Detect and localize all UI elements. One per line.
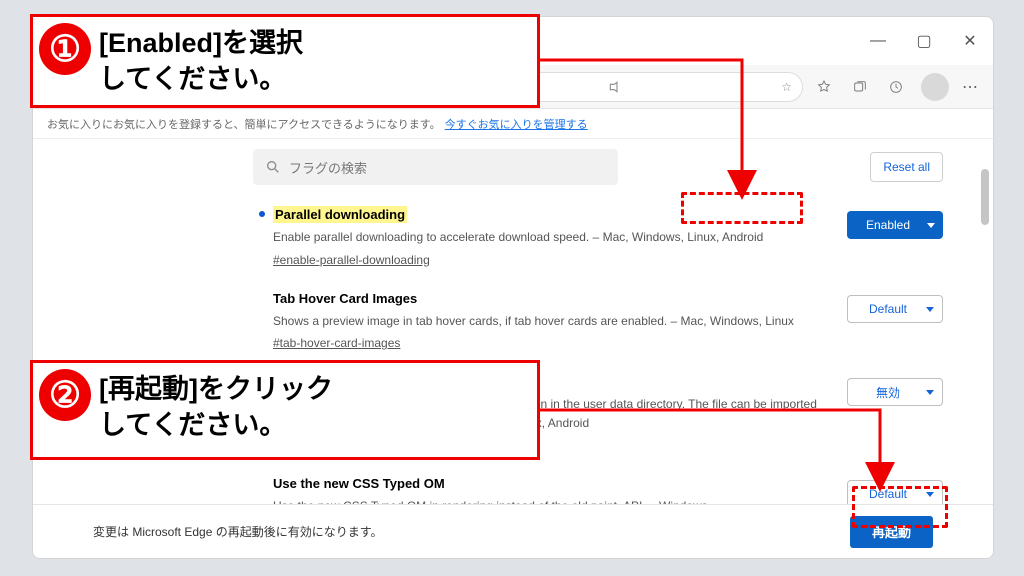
page-content: フラグの検索 Reset all Parallel downloading Ena…: [33, 139, 993, 558]
flags-search-input[interactable]: フラグの検索: [253, 149, 618, 185]
flag-title: Parallel downloading: [273, 206, 407, 223]
flag-modified-dot-icon: [259, 211, 265, 217]
flag-description: Enable parallel downloading to accelerat…: [273, 228, 833, 247]
read-aloud-button[interactable]: [600, 72, 630, 102]
scrollbar-thumb[interactable]: [981, 169, 989, 225]
restart-bar: 変更は Microsoft Edge の再起動後に有効になります。 再起動: [33, 504, 993, 558]
annotation-callout-2: ② [再起動]をクリック してください。: [30, 360, 540, 460]
restart-note: 変更は Microsoft Edge の再起動後に有効になります。: [93, 523, 383, 540]
reset-all-button[interactable]: Reset all: [870, 152, 943, 182]
favorites-hint-text: お気に入りにお気に入りを登録すると、簡単にアクセスできるようになります。: [47, 116, 441, 132]
read-aloud-icon: [607, 79, 623, 95]
favorites-hint-link[interactable]: 今すぐお気に入りを管理する: [445, 116, 588, 132]
annotation-text-1: [Enabled]を選択 してください。: [97, 17, 313, 108]
annotation-number-2: ②: [39, 369, 91, 421]
profile-avatar[interactable]: [921, 73, 949, 101]
flag-title: Use the new CSS Typed OM: [273, 476, 445, 491]
flag-state-dropdown[interactable]: Enabled: [847, 211, 943, 239]
window-maximize-button[interactable]: ▢: [901, 17, 947, 65]
search-placeholder: フラグの検索: [289, 158, 367, 177]
flag-anchor-link[interactable]: #tab-hover-card-images: [273, 336, 400, 350]
favorite-star-icon[interactable]: ☆: [781, 80, 792, 94]
more-button[interactable]: ⋯: [955, 72, 985, 102]
window-minimize-button[interactable]: —: [855, 17, 901, 65]
flag-anchor-link[interactable]: #enable-parallel-downloading: [273, 253, 430, 267]
collections-button[interactable]: [845, 72, 875, 102]
flag-state-dropdown[interactable]: 無効: [847, 378, 943, 406]
flag-row: Tab Hover Card Images Shows a preview ima…: [273, 283, 943, 367]
history-button[interactable]: [881, 72, 911, 102]
annotation-text-2: [再起動]をクリック してください。: [97, 363, 343, 454]
search-icon: [265, 159, 281, 175]
window-close-button[interactable]: ✕: [947, 17, 993, 65]
search-row: フラグの検索 Reset all: [33, 139, 993, 185]
annotation-callout-1: ① [Enabled]を選択 してください。: [30, 14, 540, 108]
flag-state-value: Enabled: [866, 218, 910, 232]
favorite-icon: [816, 79, 832, 95]
collections-icon: [852, 79, 868, 95]
favorites-hint-bar: お気に入りにお気に入りを登録すると、簡単にアクセスできるようになります。 今すぐ…: [33, 109, 993, 139]
annotation-focus-restart: [852, 486, 948, 528]
clock-icon: [888, 79, 904, 95]
flag-state-value: Default: [869, 302, 907, 316]
flag-description: Shows a preview image in tab hover cards…: [273, 312, 833, 331]
scrollbar[interactable]: [979, 139, 991, 558]
favorites-button[interactable]: [809, 72, 839, 102]
flag-state-dropdown[interactable]: Default: [847, 295, 943, 323]
window-controls: — ▢ ✕: [855, 17, 993, 65]
annotation-number-1: ①: [39, 23, 91, 75]
flag-row: Parallel downloading Enable parallel down…: [273, 199, 943, 283]
flag-state-value: 無効: [876, 384, 900, 401]
annotation-focus-enabled: [681, 192, 803, 224]
flag-title: Tab Hover Card Images: [273, 291, 417, 306]
